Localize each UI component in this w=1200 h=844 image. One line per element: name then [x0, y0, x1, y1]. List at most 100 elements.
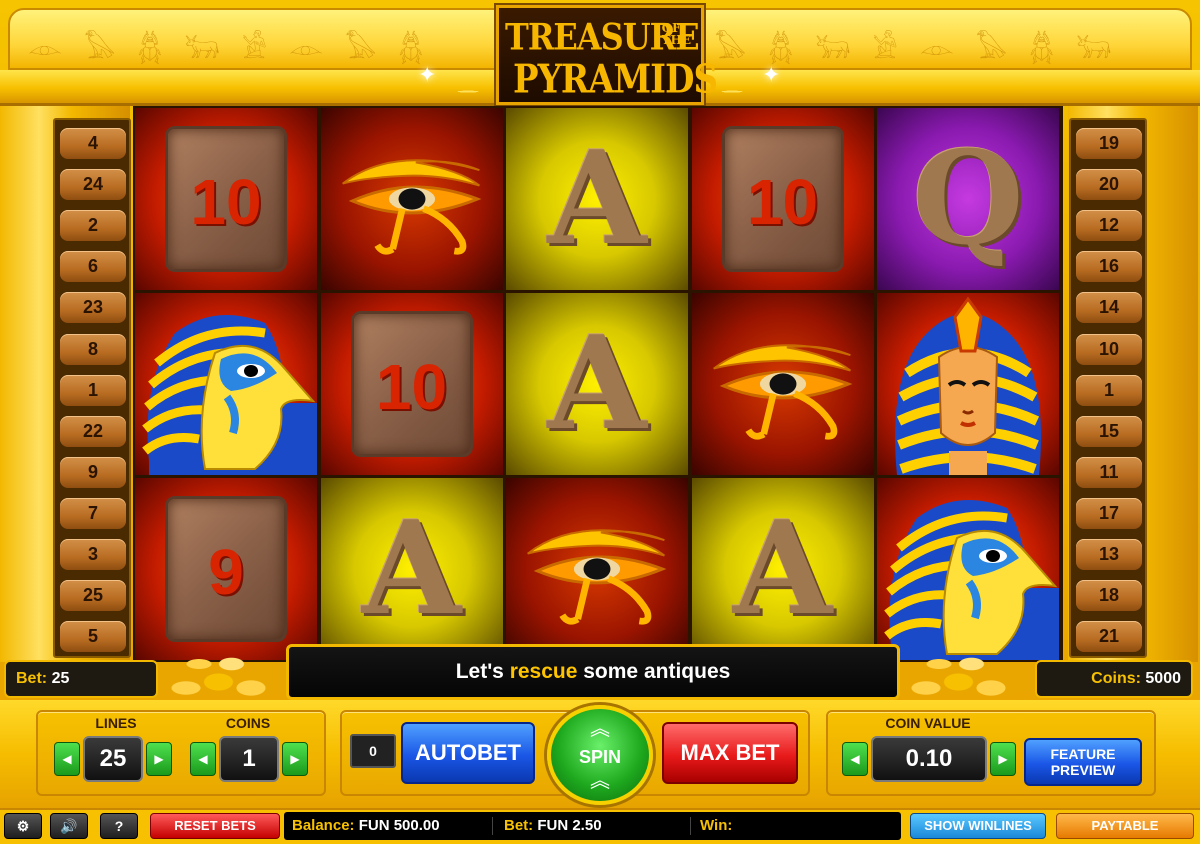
autobet-button[interactable]: AUTOBET	[401, 722, 535, 784]
payline-button-right[interactable]: 16	[1076, 251, 1142, 283]
payline-button-right[interactable]: 13	[1076, 539, 1142, 570]
coin-value-increase-button[interactable]: ▶	[990, 742, 1016, 776]
payline-button-right[interactable]: 11	[1076, 456, 1142, 488]
payline-button-left[interactable]: 22	[60, 415, 126, 447]
coins-display: Coins: 5000	[1035, 660, 1193, 698]
reel-cell: 10	[320, 293, 503, 475]
coins-stepper: ◀ 1 ▶	[188, 736, 312, 782]
stone-tablet-symbol: 10	[721, 126, 844, 272]
payline-button-left[interactable]: 25	[60, 580, 126, 612]
payline-button-right[interactable]: 14	[1076, 292, 1142, 324]
payline-button-left[interactable]: 23	[60, 292, 126, 324]
total-bet-value: FUN 2.50	[537, 817, 602, 834]
message-bar: Let's rescue some antiques	[286, 644, 900, 700]
logo-title-the: THE	[661, 33, 691, 47]
stone-tablet-symbol: 10	[350, 311, 473, 457]
payline-button-left[interactable]: 6	[60, 251, 126, 283]
message-highlight: rescue	[509, 660, 578, 683]
show-winlines-button[interactable]: SHOW WINLINES	[910, 813, 1046, 839]
payline-button-right[interactable]: 12	[1076, 210, 1142, 242]
coins-decrease-button[interactable]: ◀	[190, 742, 216, 776]
eye-of-horus-icon	[520, 508, 674, 630]
feature-preview-line2: PREVIEW	[1050, 762, 1116, 778]
payline-button-right[interactable]: 18	[1076, 580, 1142, 612]
payline-button-left[interactable]: 5	[60, 621, 126, 653]
reel-cell	[877, 478, 1059, 660]
reel-cell	[320, 108, 503, 290]
reel-cell	[135, 293, 317, 475]
chevron-up-icon: ︽	[590, 770, 610, 792]
reel-cell: A	[320, 478, 503, 660]
win-label: Win:	[700, 817, 733, 834]
payline-button-left[interactable]: 3	[60, 539, 126, 570]
reel-cell	[691, 293, 874, 475]
payline-button-left[interactable]: 8	[60, 333, 126, 365]
coins-value: 1	[219, 736, 279, 782]
lines-decrease-button[interactable]: ◀	[54, 742, 80, 776]
sparkle-icon: ✦	[762, 62, 781, 87]
payline-button-right[interactable]: 10	[1076, 333, 1142, 365]
reel-cell	[506, 478, 688, 660]
game-logo: TREASURE OF THE PYRAMIDS	[496, 5, 718, 105]
feature-preview-button[interactable]: FEATURE PREVIEW	[1024, 738, 1142, 786]
lines-increase-button[interactable]: ▶	[146, 742, 172, 776]
message-text-end: some antiques	[577, 660, 731, 683]
reel-cell: 9	[135, 478, 317, 660]
lines-value: 25	[83, 736, 143, 782]
speaker-icon[interactable]: 🔊	[50, 813, 88, 839]
gear-icon[interactable]: ⚙	[4, 813, 42, 839]
letter-symbol: A	[547, 309, 647, 459]
tablet-number: 10	[375, 351, 448, 423]
reel-cell: A	[506, 293, 688, 475]
payline-button-left[interactable]: 2	[60, 210, 126, 242]
autobet-count[interactable]: 0	[350, 734, 396, 768]
payline-indicators-right: 19 20 12 16 14 10 1 15 11 17 13 18 21	[1069, 118, 1147, 658]
coin-value-decrease-button[interactable]: ◀	[842, 742, 868, 776]
info-bar: Balance: FUN 500.00 Bet: FUN 2.50 Win:	[284, 812, 901, 840]
payline-button-left[interactable]: 4	[60, 128, 126, 159]
coin-value-label: COIN VALUE	[885, 715, 971, 731]
chevron-up-icon: ︽	[590, 718, 610, 740]
sparkle-icon: ✦	[418, 62, 437, 87]
help-button[interactable]: ?	[100, 813, 138, 839]
payline-button-left[interactable]: 9	[60, 456, 126, 488]
feature-preview-line1: FEATURE	[1050, 746, 1116, 762]
coins-increase-button[interactable]: ▶	[282, 742, 308, 776]
payline-button-left[interactable]: 7	[60, 497, 126, 529]
payline-button-left[interactable]: 1	[60, 374, 126, 406]
letter-symbol: A	[361, 494, 462, 644]
lines-label: LINES	[95, 715, 137, 731]
lines-stepper: ◀ 25 ▶	[52, 736, 176, 782]
coins-display-value: 5000	[1145, 670, 1181, 687]
payline-button-right[interactable]: 17	[1076, 497, 1142, 529]
reset-bets-button[interactable]: RESET BETS	[150, 813, 280, 839]
paytable-button[interactable]: PAYTABLE	[1056, 813, 1194, 839]
payline-indicators-left: 4 24 2 6 23 8 1 22 9 7 3 25 5	[53, 118, 131, 658]
letter-symbol: A	[547, 124, 647, 274]
letter-symbol: Q	[912, 124, 1024, 274]
tablet-number: 10	[190, 166, 262, 238]
bet-display-value: 25	[51, 670, 70, 687]
reel-cell: 10	[691, 108, 874, 290]
bet-display-label: Bet:	[16, 670, 48, 687]
spin-label: SPIN	[578, 747, 621, 767]
payline-button-right[interactable]: 20	[1076, 169, 1142, 201]
payline-button-right[interactable]: 21	[1076, 621, 1142, 653]
logo-title-line2: PYRAMIDS	[513, 57, 718, 103]
payline-button-right[interactable]: 19	[1076, 128, 1142, 159]
max-bet-button[interactable]: MAX BET	[662, 722, 798, 784]
payline-button-right[interactable]: 1	[1076, 374, 1142, 406]
coin-value: 0.10	[871, 736, 987, 782]
payline-button-left[interactable]: 24	[60, 169, 126, 201]
eye-of-horus-icon	[335, 138, 489, 260]
stone-tablet-symbol: 10	[165, 126, 287, 272]
eye-of-horus-icon	[706, 323, 860, 445]
spin-button[interactable]: ︽ SPIN ︽	[547, 705, 653, 805]
reel-cell: Q	[877, 108, 1059, 290]
payline-button-right[interactable]: 15	[1076, 415, 1142, 447]
reel-cell	[877, 293, 1059, 475]
reel-cell: A	[691, 478, 874, 660]
coin-pile-left	[160, 640, 290, 700]
coin-pile-right	[900, 640, 1030, 700]
reel-cell: A	[506, 108, 688, 290]
